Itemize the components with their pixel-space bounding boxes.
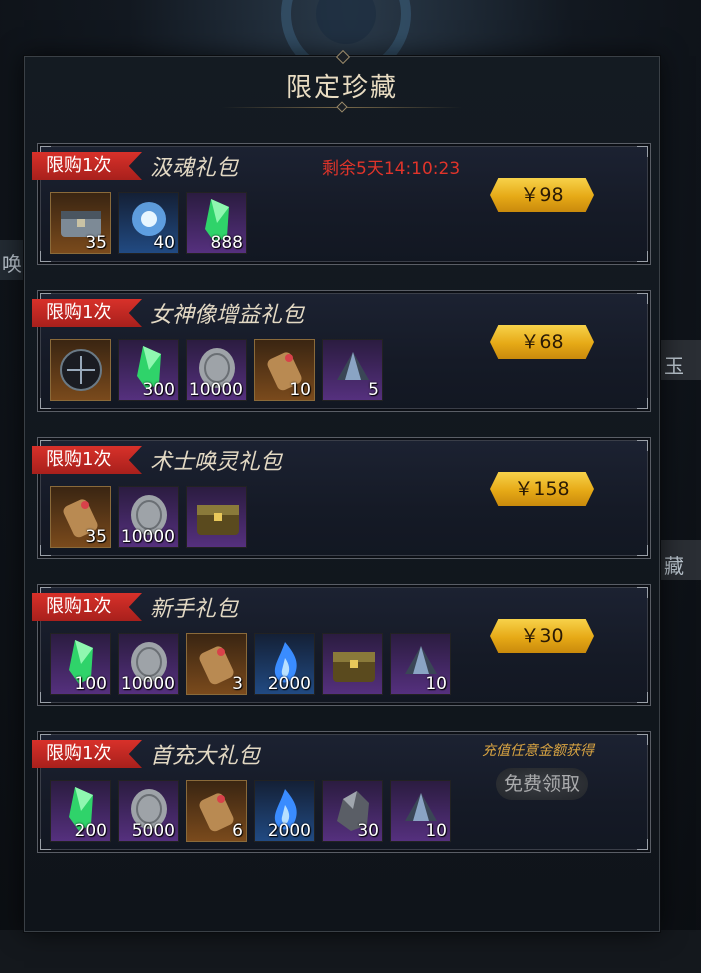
item-count: 2000	[267, 674, 311, 694]
buy-button[interactable]: ￥158	[490, 472, 594, 506]
reward-items: 300 10000 10 5	[50, 339, 383, 401]
free-claim-button[interactable]: 免费领取	[496, 768, 588, 800]
limit-ribbon: 限购1次	[32, 152, 142, 180]
item-count: 10000	[120, 674, 175, 694]
reward-item[interactable]: 10000	[118, 486, 179, 548]
reward-item[interactable]: 10	[254, 339, 315, 401]
reward-item[interactable]: 5000	[118, 780, 179, 842]
reward-item[interactable]: 200	[50, 780, 111, 842]
corner-ornament-icon	[637, 692, 648, 703]
item-count: 300	[142, 380, 175, 400]
reward-item[interactable]: 100	[50, 633, 111, 695]
reward-item[interactable]: 5	[322, 339, 383, 401]
reward-item[interactable]: 2000	[254, 780, 315, 842]
corner-ornament-icon	[637, 398, 648, 409]
reward-item[interactable]: 2000	[254, 633, 315, 695]
item-count: 30	[357, 821, 379, 841]
item-count: 5	[368, 380, 379, 400]
reward-item[interactable]: 300	[118, 339, 179, 401]
countdown-timer: 剩余5天14:10:23	[322, 159, 461, 179]
treasure-chest-icon	[333, 652, 375, 682]
corner-ornament-icon	[637, 293, 648, 304]
corner-ornament-icon	[637, 587, 648, 598]
item-count: 10	[425, 821, 447, 841]
limit-ribbon: 限购1次	[32, 446, 142, 474]
recharge-note: 充值任意金额获得	[482, 743, 594, 759]
reward-item[interactable]	[50, 339, 111, 401]
buy-button[interactable]: ￥98	[490, 178, 594, 212]
corner-ornament-icon	[637, 734, 648, 745]
reward-item[interactable]	[322, 633, 383, 695]
reward-item[interactable]: 888	[186, 192, 247, 254]
reward-item[interactable]: 30	[322, 780, 383, 842]
reward-item[interactable]: 35	[50, 486, 111, 548]
background-tab-text: 玉	[664, 354, 684, 378]
item-count: 35	[85, 233, 107, 253]
corner-ornament-icon	[637, 146, 648, 157]
background-tab-text: 藏	[664, 554, 684, 578]
pack-name: 新手礼包	[150, 597, 239, 622]
pack-name: 女神像增益礼包	[150, 303, 305, 328]
pack-card: 限购1次 术士唤灵礼包 35 10000 ￥158	[32, 437, 651, 559]
item-count: 2000	[267, 821, 311, 841]
pack-name: 汲魂礼包	[150, 156, 239, 181]
pack-card: 限购1次 首充大礼包 充值任意金额获得 200 5000 6 2000 30 1…	[32, 731, 651, 853]
item-count: 10000	[120, 527, 175, 547]
reward-item[interactable]: 10000	[118, 633, 179, 695]
pack-name: 首充大礼包	[150, 744, 261, 769]
reward-items: 35 10000	[50, 486, 247, 548]
limit-ribbon: 限购1次	[32, 593, 142, 621]
limit-ribbon: 限购1次	[32, 740, 142, 768]
item-count: 10	[289, 380, 311, 400]
item-count: 10000	[188, 380, 243, 400]
item-count: 10	[425, 674, 447, 694]
item-count: 200	[74, 821, 107, 841]
panel-title: 限定珍藏	[285, 73, 398, 103]
buy-button[interactable]: ￥68	[490, 325, 594, 359]
item-count: 100	[74, 674, 107, 694]
dark-rune-icon	[60, 349, 102, 391]
limited-collection-panel: 限定珍藏 限购1次 汲魂礼包 剩余5天14:10:23 35 40 888 ￥9…	[24, 49, 660, 932]
reward-items: 200 5000 6 2000 30 10	[50, 780, 451, 842]
item-count: 3	[232, 674, 243, 694]
item-count: 888	[210, 233, 243, 253]
buy-button[interactable]: ￥30	[490, 619, 594, 653]
reward-item[interactable]: 10	[390, 780, 451, 842]
limit-ribbon: 限购1次	[32, 299, 142, 327]
reward-item[interactable]	[186, 486, 247, 548]
treasure-chest-icon	[197, 505, 239, 535]
reward-items: 35 40 888	[50, 192, 247, 254]
background-tab-text: 唤	[2, 252, 22, 276]
corner-ornament-icon	[637, 839, 648, 850]
corner-ornament-icon	[637, 251, 648, 262]
item-count: 35	[85, 527, 107, 547]
item-count: 5000	[131, 821, 175, 841]
reward-item[interactable]: 10	[390, 633, 451, 695]
reward-item[interactable]: 40	[118, 192, 179, 254]
pack-name: 术士唤灵礼包	[150, 450, 283, 475]
reward-item[interactable]: 10000	[186, 339, 247, 401]
reward-item[interactable]: 6	[186, 780, 247, 842]
reward-item[interactable]: 3	[186, 633, 247, 695]
reward-items: 100 10000 3 2000 10	[50, 633, 451, 695]
reward-item[interactable]: 35	[50, 192, 111, 254]
corner-ornament-icon	[637, 440, 648, 451]
pack-card: 限购1次 汲魂礼包 剩余5天14:10:23 35 40 888 ￥98	[32, 143, 651, 265]
pack-card: 限购1次 新手礼包 100 10000 3 2000 10 ￥30	[32, 584, 651, 706]
corner-ornament-icon	[637, 545, 648, 556]
pack-card: 限购1次 女神像增益礼包 300 10000 10 5 ￥68	[32, 290, 651, 412]
item-count: 6	[232, 821, 243, 841]
item-count: 40	[153, 233, 175, 253]
